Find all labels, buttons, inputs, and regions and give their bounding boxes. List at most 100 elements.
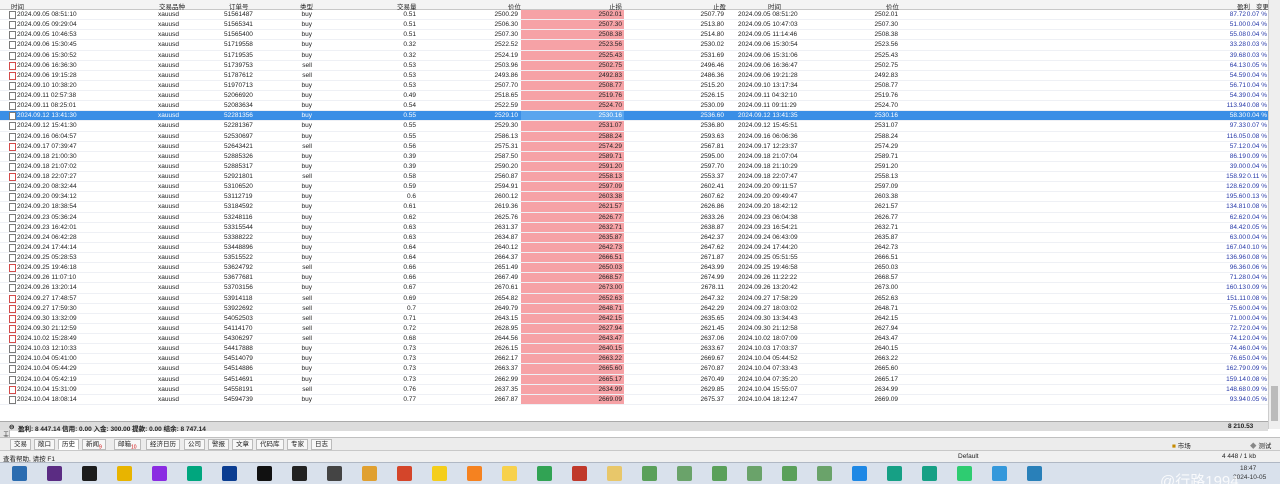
table-row[interactable]: 2643.47 2024.10.02 15:28:49 xauusd 54306297… <box>0 334 1268 345</box>
finder-icon[interactable] <box>12 466 27 481</box>
table-row[interactable]: 2642.15 2024.09.30 13:32:09 xauusd 54052503… <box>0 313 1268 324</box>
cell-time: 2024.09.27 17:48:57 <box>17 294 77 302</box>
tab-5[interactable]: 经济日历 <box>146 439 180 450</box>
c4d-icon[interactable] <box>327 466 342 481</box>
search-icon[interactable] <box>992 466 1007 481</box>
table-row[interactable]: 2507.30 2024.09.05 09:29:04 xauusd 51565341… <box>0 20 1268 31</box>
photoshop-icon[interactable] <box>222 466 237 481</box>
mt5f-icon[interactable] <box>817 466 832 481</box>
mine-icon[interactable] <box>502 466 517 481</box>
table-row[interactable]: 2642.73 2024.09.24 17:44:14 xauusd 53448896… <box>0 242 1268 253</box>
cell-close-price: 2524.70 <box>874 102 899 110</box>
table-row[interactable]: 2492.83 2024.09.06 19:15:28 xauusd 51787612… <box>0 70 1268 81</box>
table-row[interactable]: 2588.24 2024.09.16 06:04:57 xauusd 52530697… <box>0 131 1268 142</box>
table-row[interactable]: 2665.60 2024.10.04 05:44:29 xauusd 54514886… <box>0 364 1268 375</box>
table-row[interactable]: 2635.87 2024.09.24 06:42:28 xauusd 53388222… <box>0 232 1268 243</box>
mt5b-icon[interactable] <box>677 466 692 481</box>
table-row[interactable]: 2530.16 2024.09.12 13:41:30 xauusd 52281356… <box>0 111 1268 122</box>
table-row[interactable]: 2531.07 2024.09.12 15:41:30 xauusd 52281367… <box>0 121 1268 132</box>
market-tab[interactable]: ■ 市场 <box>1172 440 1191 450</box>
duck-icon[interactable] <box>467 466 482 481</box>
table-row[interactable]: 2558.13 2024.09.18 22:07:27 xauusd 52921801… <box>0 172 1268 183</box>
table-row[interactable]: 2621.57 2024.09.20 18:38:54 xauusd 53184592… <box>0 202 1268 213</box>
history-table[interactable]: 2502.01 2024.09.05 08:51:10 xauusd 51561487… <box>0 10 1268 421</box>
table-row[interactable]: 2666.51 2024.09.25 05:28:53 xauusd 53515522… <box>0 253 1268 264</box>
files2-icon[interactable] <box>607 466 622 481</box>
table-row[interactable]: 2502.01 2024.09.05 08:51:10 xauusd 51561487… <box>0 10 1268 21</box>
table-row[interactable]: 2652.63 2024.09.27 17:48:57 xauusd 53914118… <box>0 293 1268 304</box>
table-row[interactable]: 2663.22 2024.10.04 05:41:00 xauusd 54514079… <box>0 354 1268 365</box>
test-tab[interactable]: ◆ 测试 <box>1250 440 1271 450</box>
play-icon[interactable] <box>957 466 972 481</box>
tab-1[interactable]: 敞口 <box>34 439 55 450</box>
table-row[interactable]: 2591.20 2024.09.18 21:07:02 xauusd 52885317… <box>0 161 1268 172</box>
iam-icon[interactable] <box>887 466 902 481</box>
table-row[interactable]: 2640.15 2024.10.03 12:10:33 xauusd 54417888… <box>0 344 1268 355</box>
table-row[interactable]: 2603.38 2024.09.20 09:34:12 xauusd 53112719… <box>0 192 1268 203</box>
iam2-icon[interactable] <box>922 466 937 481</box>
win-icon[interactable] <box>852 466 867 481</box>
premiere-icon[interactable] <box>152 466 167 481</box>
table-row[interactable]: 2626.77 2024.09.23 05:36:24 xauusd 53248116… <box>0 212 1268 223</box>
tab-10[interactable]: 专家 <box>287 439 308 450</box>
mine2-icon[interactable] <box>537 466 552 481</box>
table-row[interactable]: 2634.99 2024.10.04 15:31:09 xauusd 54558191… <box>0 384 1268 395</box>
deal-icon <box>9 81 16 90</box>
cell-price: 2634.87 <box>494 233 519 241</box>
tab-8[interactable]: 文章 <box>232 439 253 450</box>
tab-9[interactable]: 代码库 <box>256 439 284 450</box>
cell-symbol: xauusd <box>158 294 179 302</box>
table-row[interactable]: 2668.57 2024.09.26 11:07:10 xauusd 53677681… <box>0 273 1268 284</box>
tab-3[interactable]: 新闻9 <box>82 439 106 450</box>
table-row[interactable]: 2597.09 2024.09.20 08:32:44 xauusd 53106520… <box>0 182 1268 193</box>
table-row[interactable]: 2523.56 2024.09.06 15:30:45 xauusd 51719558… <box>0 40 1268 51</box>
cell-type: buy <box>301 102 312 110</box>
chart-icon[interactable] <box>432 466 447 481</box>
cell-type: buy <box>301 223 312 231</box>
table-row[interactable]: 2673.00 2024.09.26 13:20:14 xauusd 53703156… <box>0 283 1268 294</box>
table-row[interactable]: 2669.09 2024.10.04 18:08:14 xauusd 54594739… <box>0 394 1268 405</box>
mail-icon[interactable] <box>397 466 412 481</box>
tab-4[interactable]: 邮箱10 <box>114 439 141 450</box>
table-row[interactable]: 2589.71 2024.09.18 21:00:30 xauusd 52885326… <box>0 151 1268 162</box>
cell-sl: 2621.57 <box>598 203 623 211</box>
table-row[interactable]: 2508.77 2024.09.10 10:38:20 xauusd 51970713… <box>0 80 1268 91</box>
table-row[interactable]: 2648.71 2024.09.27 17:59:30 xauusd 53922692… <box>0 303 1268 314</box>
penguin-icon[interactable] <box>292 466 307 481</box>
mt4-icon[interactable] <box>82 466 97 481</box>
cell-tp: 2536.60 <box>700 112 725 120</box>
redapp-icon[interactable] <box>572 466 587 481</box>
taskbar-time[interactable]: 18:47 <box>1240 465 1256 472</box>
table-row[interactable]: 2665.17 2024.10.04 05:42:19 xauusd 54514691… <box>0 374 1268 385</box>
telegram-icon[interactable] <box>1027 466 1042 481</box>
cell-type: sell <box>302 324 312 332</box>
tab-7[interactable]: 警报 <box>208 439 229 450</box>
mt5e-icon[interactable] <box>782 466 797 481</box>
tab-2[interactable]: 历史 <box>58 439 79 450</box>
table-row[interactable]: 2574.29 2024.09.17 07:39:47 xauusd 52643421… <box>0 141 1268 152</box>
table-row[interactable]: 2525.43 2024.09.06 15:30:52 xauusd 51719535… <box>0 50 1268 61</box>
cpt-icon[interactable] <box>47 466 62 481</box>
cell-symbol: xauusd <box>158 254 179 261</box>
table-row[interactable]: 2508.38 2024.09.05 10:46:53 xauusd 51565400… <box>0 30 1268 41</box>
files-icon[interactable] <box>362 466 377 481</box>
capcut-icon[interactable] <box>257 466 272 481</box>
table-row[interactable]: 2524.70 2024.09.11 08:25:01 xauusd 52083634… <box>0 101 1268 112</box>
mt5-icon[interactable] <box>642 466 657 481</box>
mt5c-icon[interactable] <box>712 466 727 481</box>
deal-icon <box>9 254 16 262</box>
table-row[interactable]: 2632.71 2024.09.23 16:42:01 xauusd 53315544… <box>0 222 1268 233</box>
tab-0[interactable]: 交易 <box>10 439 31 450</box>
audition-icon[interactable] <box>187 466 202 481</box>
table-row[interactable]: 2502.75 2024.09.06 16:36:30 xauusd 51739753… <box>0 60 1268 71</box>
table-row[interactable]: 2650.03 2024.09.25 19:46:18 xauusd 53624792… <box>0 263 1268 274</box>
table-row[interactable]: 2627.94 2024.09.30 21:12:59 xauusd 54114170… <box>0 323 1268 334</box>
table-row[interactable]: 2519.76 2024.09.11 02:57:38 xauusd 52066920… <box>0 91 1268 102</box>
cell-close-price: 2643.47 <box>874 335 899 342</box>
chrome-icon[interactable] <box>117 466 132 481</box>
scrollbar-thumb[interactable] <box>1271 386 1278 421</box>
tab-6[interactable]: 公司 <box>184 439 205 450</box>
vertical-scrollbar[interactable] <box>1268 0 1280 429</box>
tab-11[interactable]: 日志 <box>311 439 332 450</box>
mt5d-icon[interactable] <box>747 466 762 481</box>
